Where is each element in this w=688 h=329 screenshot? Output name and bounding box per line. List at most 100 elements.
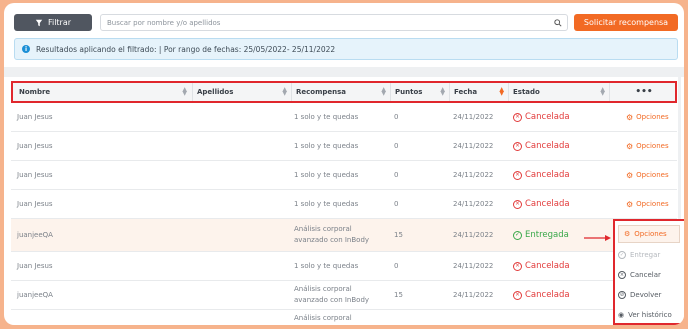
menu-cancelar[interactable]: × Cancelar [618,266,680,284]
cell-puntos: 15 [394,291,403,299]
status-label: Cancelada [525,261,570,271]
cell-fecha: 24/11/2022 [453,113,494,121]
header-recompensa[interactable]: Recompensa ▲ ▼ [291,83,390,101]
header-estado[interactable]: Estado ▲ ▼ [508,83,609,101]
header-apellidos[interactable]: Apellidos ▲ ▼ [192,83,291,101]
cell-fecha [453,310,505,325]
menu-opciones[interactable]: ⚙ Opciones [618,225,680,243]
options-label: Opciones [636,113,669,121]
cell-fecha: 24/11/2022 [453,142,494,150]
header-fecha[interactable]: Fecha ▲ ▼ [449,83,508,101]
cell-nombre: Juan Jesus [17,171,53,179]
table-row[interactable]: Juan Jesus 1 solo y te quedas 0 24/11/2022 ×… [11,103,677,132]
header-nombre-label: Nombre [19,88,51,96]
cell-apellidos [194,252,284,280]
sort-icon[interactable]: ▲ ▼ [282,87,287,97]
gear-icon: ⚙ [626,112,634,122]
header-puntos[interactable]: Puntos ▲ ▼ [390,83,449,101]
search-icon[interactable] [554,19,562,27]
table-row[interactable]: Juan Jesus 1 solo y te quedas 0 24/11/2022 ×… [11,132,677,161]
status-label: Cancelada [525,112,570,122]
more-icon: ••• [635,87,653,97]
block-icon: ⊘ [618,291,626,299]
options-label: Opciones [636,200,669,208]
header-fecha-label: Fecha [454,88,478,96]
cell-nombre: Juan Jesus [17,113,53,121]
cell-nombre: Juan Jesus [17,200,53,208]
eye-icon: ◉ [618,311,625,319]
status-label: Cancelada [525,199,570,209]
cell-apellidos [194,219,284,251]
status-label: Cancelada [525,170,570,180]
x-circle-icon: × [618,271,626,279]
filter-button[interactable]: Filtrar [14,14,92,31]
menu-cancelar-label: Cancelar [630,271,661,279]
cell-puntos: 0 [394,200,399,208]
arrow-pointer-icon [584,235,611,241]
cell-puntos [394,310,444,325]
table-row[interactable]: Análisis corporal avanzado [11,310,677,325]
sort-icon[interactable]: ▲ ▼ [600,87,605,97]
options-dropdown: ⚙ Opciones ✓ Entregar × Cancelar ⊘ Devol… [613,219,684,325]
filter-info-text: Resultados aplicando el filtrado: | Por … [36,44,336,54]
status-label: Cancelada [525,141,570,151]
menu-historico[interactable]: ◉ Ver histórico [618,306,680,324]
status-label: Cancelada [525,290,570,300]
table-row[interactable]: juanjeeQA Análisis corporal avanzado con … [11,219,677,252]
cell-recompensa: Análisis corporal avanzado con InBody [294,225,370,244]
search-placeholder: Buscar por nombre y/o apellidos [107,18,221,27]
status-badge: ✓ Entregada [513,219,569,251]
table-row[interactable]: Juan Jesus 1 solo y te quedas 0 24/11/2022 ×… [11,161,677,190]
cell-fecha: 24/11/2022 [453,171,494,179]
x-circle-icon: × [513,141,522,151]
filter-icon [35,19,43,26]
gear-icon: ⚙ [626,170,634,180]
info-icon: i [22,45,30,53]
cell-puntos: 0 [394,171,399,179]
cell-puntos: 15 [394,231,403,239]
header-puntos-label: Puntos [395,88,423,96]
table-row[interactable]: Juan Jesus 1 solo y te quedas 0 24/11/2022 ×… [11,190,677,219]
cell-puntos: 0 [394,262,399,270]
table-row[interactable]: Juan Jesus 1 solo y te quedas 0 24/11/2022 ×… [11,252,677,281]
sort-icon[interactable]: ▲ ▼ [440,87,445,97]
sort-icon[interactable]: ▲ ▼ [182,87,187,97]
cell-fecha: 24/11/2022 [453,291,494,299]
table-row[interactable]: juanjeeQA Análisis corporal avanzado con … [11,281,677,310]
sort-icon[interactable]: ▲ ▼ [499,87,504,97]
gear-icon: ⚙ [626,141,634,151]
menu-entregar-label: Entregar [630,251,661,259]
options-button[interactable]: ⚙Opciones [626,103,669,131]
header-nombre[interactable]: Nombre ▲ ▼ [19,83,191,101]
cell-apellidos [194,132,284,160]
search-input[interactable]: Buscar por nombre y/o apellidos [100,14,568,31]
menu-devolver[interactable]: ⊘ Devolver [618,286,680,304]
sort-icon[interactable]: ▲ ▼ [381,87,386,97]
check-circle-icon: ✓ [513,230,522,240]
x-circle-icon: × [513,170,522,180]
cell-nombre [17,310,187,325]
table-body: Juan Jesus 1 solo y te quedas 0 24/11/2022 ×… [11,103,677,325]
cell-recompensa: 1 solo y te quedas [294,112,359,121]
cell-apellidos [194,103,284,131]
menu-devolver-label: Devolver [630,291,662,299]
cell-puntos: 0 [394,113,399,121]
divider-band [4,67,684,77]
menu-opciones-label: Opciones [634,230,667,238]
cell-puntos: 0 [394,142,399,150]
cell-nombre: juanjeeQA [17,291,53,299]
options-button[interactable]: ⚙Opciones [626,161,669,189]
x-circle-icon: × [513,290,522,300]
status-badge: × Cancelada [513,161,570,189]
options-button[interactable]: ⚙Opciones [626,132,669,160]
request-reward-button[interactable]: Solicitar recompensa [574,14,678,31]
x-circle-icon: × [513,112,522,122]
table-header: Nombre ▲ ▼ Apellidos ▲ ▼ Recompensa ▲ ▼ Pun… [11,81,677,103]
options-button[interactable]: ⚙Opciones [626,190,669,218]
status-badge: × Cancelada [513,252,570,280]
status-badge: × Cancelada [513,103,570,131]
status-badge: × Cancelada [513,190,570,218]
cell-recompensa: 1 solo y te quedas [294,170,359,179]
cell-apellidos [194,281,284,309]
column-options-menu[interactable]: ••• [609,83,674,101]
